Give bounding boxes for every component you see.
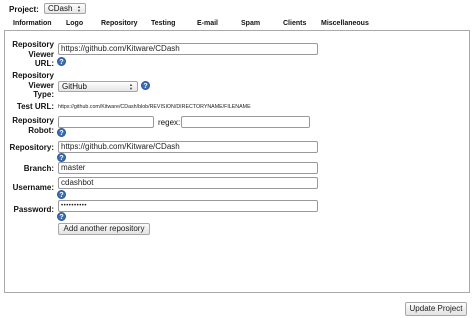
tab-clients[interactable]: Clients	[283, 20, 306, 27]
add-repository-button[interactable]: Add another repository	[58, 223, 150, 235]
tab-testing[interactable]: Testing	[151, 20, 175, 27]
regex-input[interactable]	[181, 116, 310, 128]
project-select-value: CDash	[48, 4, 73, 13]
test-url-label: Test URL:	[16, 102, 54, 111]
viewer-type-help-icon[interactable]: ?	[141, 81, 150, 90]
robot-help-icon[interactable]: ?	[57, 128, 66, 137]
username-input[interactable]: cdashbot	[58, 177, 318, 189]
robot-input[interactable]	[58, 116, 154, 128]
update-project-button[interactable]: Update Project	[405, 302, 467, 316]
tab-email[interactable]: E-mail	[197, 20, 218, 27]
test-url-value: https://github.com/Kitware/CDash/blob/RE…	[58, 104, 251, 110]
project-label: Project:	[9, 5, 39, 14]
viewer-type-label: Repository Viewer Type:	[12, 71, 54, 99]
username-label: Username:	[12, 183, 54, 192]
project-select[interactable]: CDash ▲ ▼	[44, 3, 86, 14]
viewer-url-help-icon[interactable]: ?	[57, 57, 66, 66]
viewer-type-value: GitHub	[62, 82, 87, 91]
tab-repository[interactable]: Repository	[101, 20, 138, 27]
password-help-icon[interactable]: ?	[57, 212, 66, 221]
viewer-url-label: Repository Viewer URL:	[12, 40, 54, 68]
repository-label: Repository:	[9, 143, 54, 152]
username-help-icon[interactable]: ?	[57, 190, 66, 199]
regex-label: regex:	[158, 118, 181, 127]
viewer-type-select[interactable]: GitHub ▲ ▼	[58, 81, 138, 92]
select-arrows-icon: ▲ ▼	[77, 4, 81, 13]
repository-input[interactable]: https://github.com/Kitware/CDash	[58, 141, 318, 153]
tab-miscellaneous[interactable]: Miscellaneous	[321, 20, 369, 27]
viewer-url-input[interactable]: https://github.com/Kitware/CDash	[58, 43, 318, 55]
select-arrows-icon: ▲ ▼	[129, 82, 133, 91]
password-label: Password:	[13, 205, 54, 214]
branch-input[interactable]: master	[58, 162, 318, 174]
repository-help-icon[interactable]: ?	[57, 153, 66, 162]
branch-label: Branch:	[23, 164, 54, 173]
password-input[interactable]: ••••••••••	[58, 200, 318, 212]
robot-label: Repository Robot:	[12, 116, 54, 135]
tab-information[interactable]: Information	[13, 20, 52, 27]
tab-logo[interactable]: Logo	[66, 20, 83, 27]
tab-spam[interactable]: Spam	[241, 20, 260, 27]
